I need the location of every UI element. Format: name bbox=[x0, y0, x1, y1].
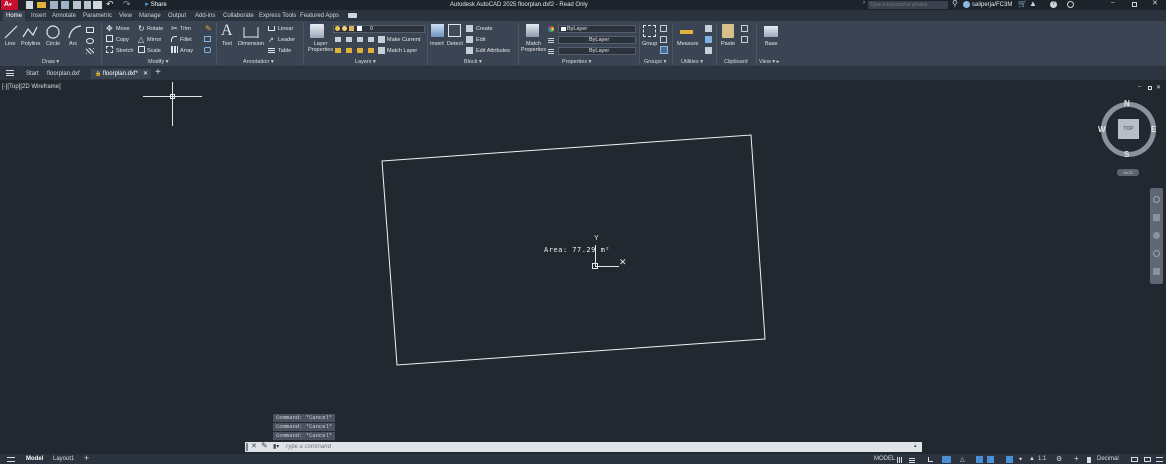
annotation-scale[interactable]: 1:1 bbox=[1038, 456, 1046, 462]
ucs-origin-box bbox=[592, 263, 598, 269]
osnap-icon[interactable] bbox=[976, 456, 983, 463]
units-select[interactable]: Decimal bbox=[1097, 456, 1119, 462]
showmotion-icon[interactable] bbox=[1153, 268, 1160, 275]
command-input[interactable] bbox=[285, 443, 885, 451]
area-text[interactable]: Area: 77.29 m² bbox=[544, 246, 610, 254]
model-space-toggle[interactable]: MODEL bbox=[874, 456, 895, 462]
pan-icon[interactable] bbox=[1153, 214, 1160, 221]
command-close-icon[interactable]: ✕ bbox=[251, 442, 257, 450]
annotation-monitor-icon[interactable]: + bbox=[1074, 454, 1079, 463]
auto-scale-icon[interactable]: ✦ bbox=[1018, 456, 1023, 463]
command-line: ✕ ✎ ▮▾ ▴ bbox=[245, 441, 922, 452]
command-history-line: Command: *Cancel* bbox=[273, 423, 336, 431]
command-history-toggle-icon[interactable]: ▴ bbox=[914, 443, 917, 449]
ucs-x-label: ✕ bbox=[619, 257, 627, 267]
otrack-icon[interactable] bbox=[987, 456, 994, 463]
viewcube-top-face[interactable]: TOP bbox=[1118, 119, 1139, 139]
ucs-x-axis bbox=[595, 266, 619, 267]
navigation-bar[interactable] bbox=[1150, 188, 1163, 284]
snap-icon[interactable] bbox=[909, 457, 915, 463]
command-prompt-icon[interactable]: ▮▾ bbox=[273, 443, 279, 450]
zoom-icon[interactable] bbox=[1153, 232, 1160, 239]
orbit-icon[interactable] bbox=[1153, 250, 1160, 257]
floorplan-outline[interactable] bbox=[0, 0, 1166, 464]
compass-south[interactable]: S bbox=[1124, 150, 1129, 159]
polar-icon[interactable] bbox=[942, 456, 951, 463]
isodraft-icon[interactable]: △ bbox=[960, 456, 965, 463]
model-layout-tab[interactable]: Model bbox=[26, 456, 43, 462]
compass-east[interactable]: E bbox=[1151, 125, 1156, 134]
compass-north[interactable]: N bbox=[1124, 99, 1130, 108]
command-history-line: Command: *Cancel* bbox=[273, 414, 336, 422]
customize-icon[interactable] bbox=[1156, 457, 1163, 462]
command-customize-icon[interactable]: ✎ bbox=[261, 441, 268, 450]
annotation-visibility-icon[interactable] bbox=[1006, 456, 1013, 463]
units-icon bbox=[1087, 457, 1091, 463]
workspace-gear-icon[interactable]: ⚙ bbox=[1056, 455, 1062, 463]
steering-wheel-icon[interactable] bbox=[1153, 196, 1160, 203]
add-layout-icon[interactable]: + bbox=[84, 453, 89, 463]
layout-menu-icon[interactable] bbox=[7, 457, 15, 462]
command-history-line: Command: *Cancel* bbox=[273, 432, 336, 440]
layout1-tab[interactable]: Layout1 bbox=[53, 456, 74, 462]
quick-properties-icon[interactable] bbox=[1131, 457, 1138, 462]
grid-icon[interactable] bbox=[897, 457, 903, 463]
wcs-menu[interactable]: WCS bbox=[1117, 169, 1139, 176]
clean-screen-icon[interactable] bbox=[1144, 457, 1151, 462]
command-grip-icon[interactable] bbox=[246, 443, 248, 451]
infer-icon[interactable] bbox=[928, 457, 933, 462]
ucs-y-label: Y bbox=[594, 235, 599, 242]
annotation-scale-icon[interactable]: ▲ bbox=[1029, 456, 1035, 462]
compass-west[interactable]: W bbox=[1098, 125, 1106, 134]
